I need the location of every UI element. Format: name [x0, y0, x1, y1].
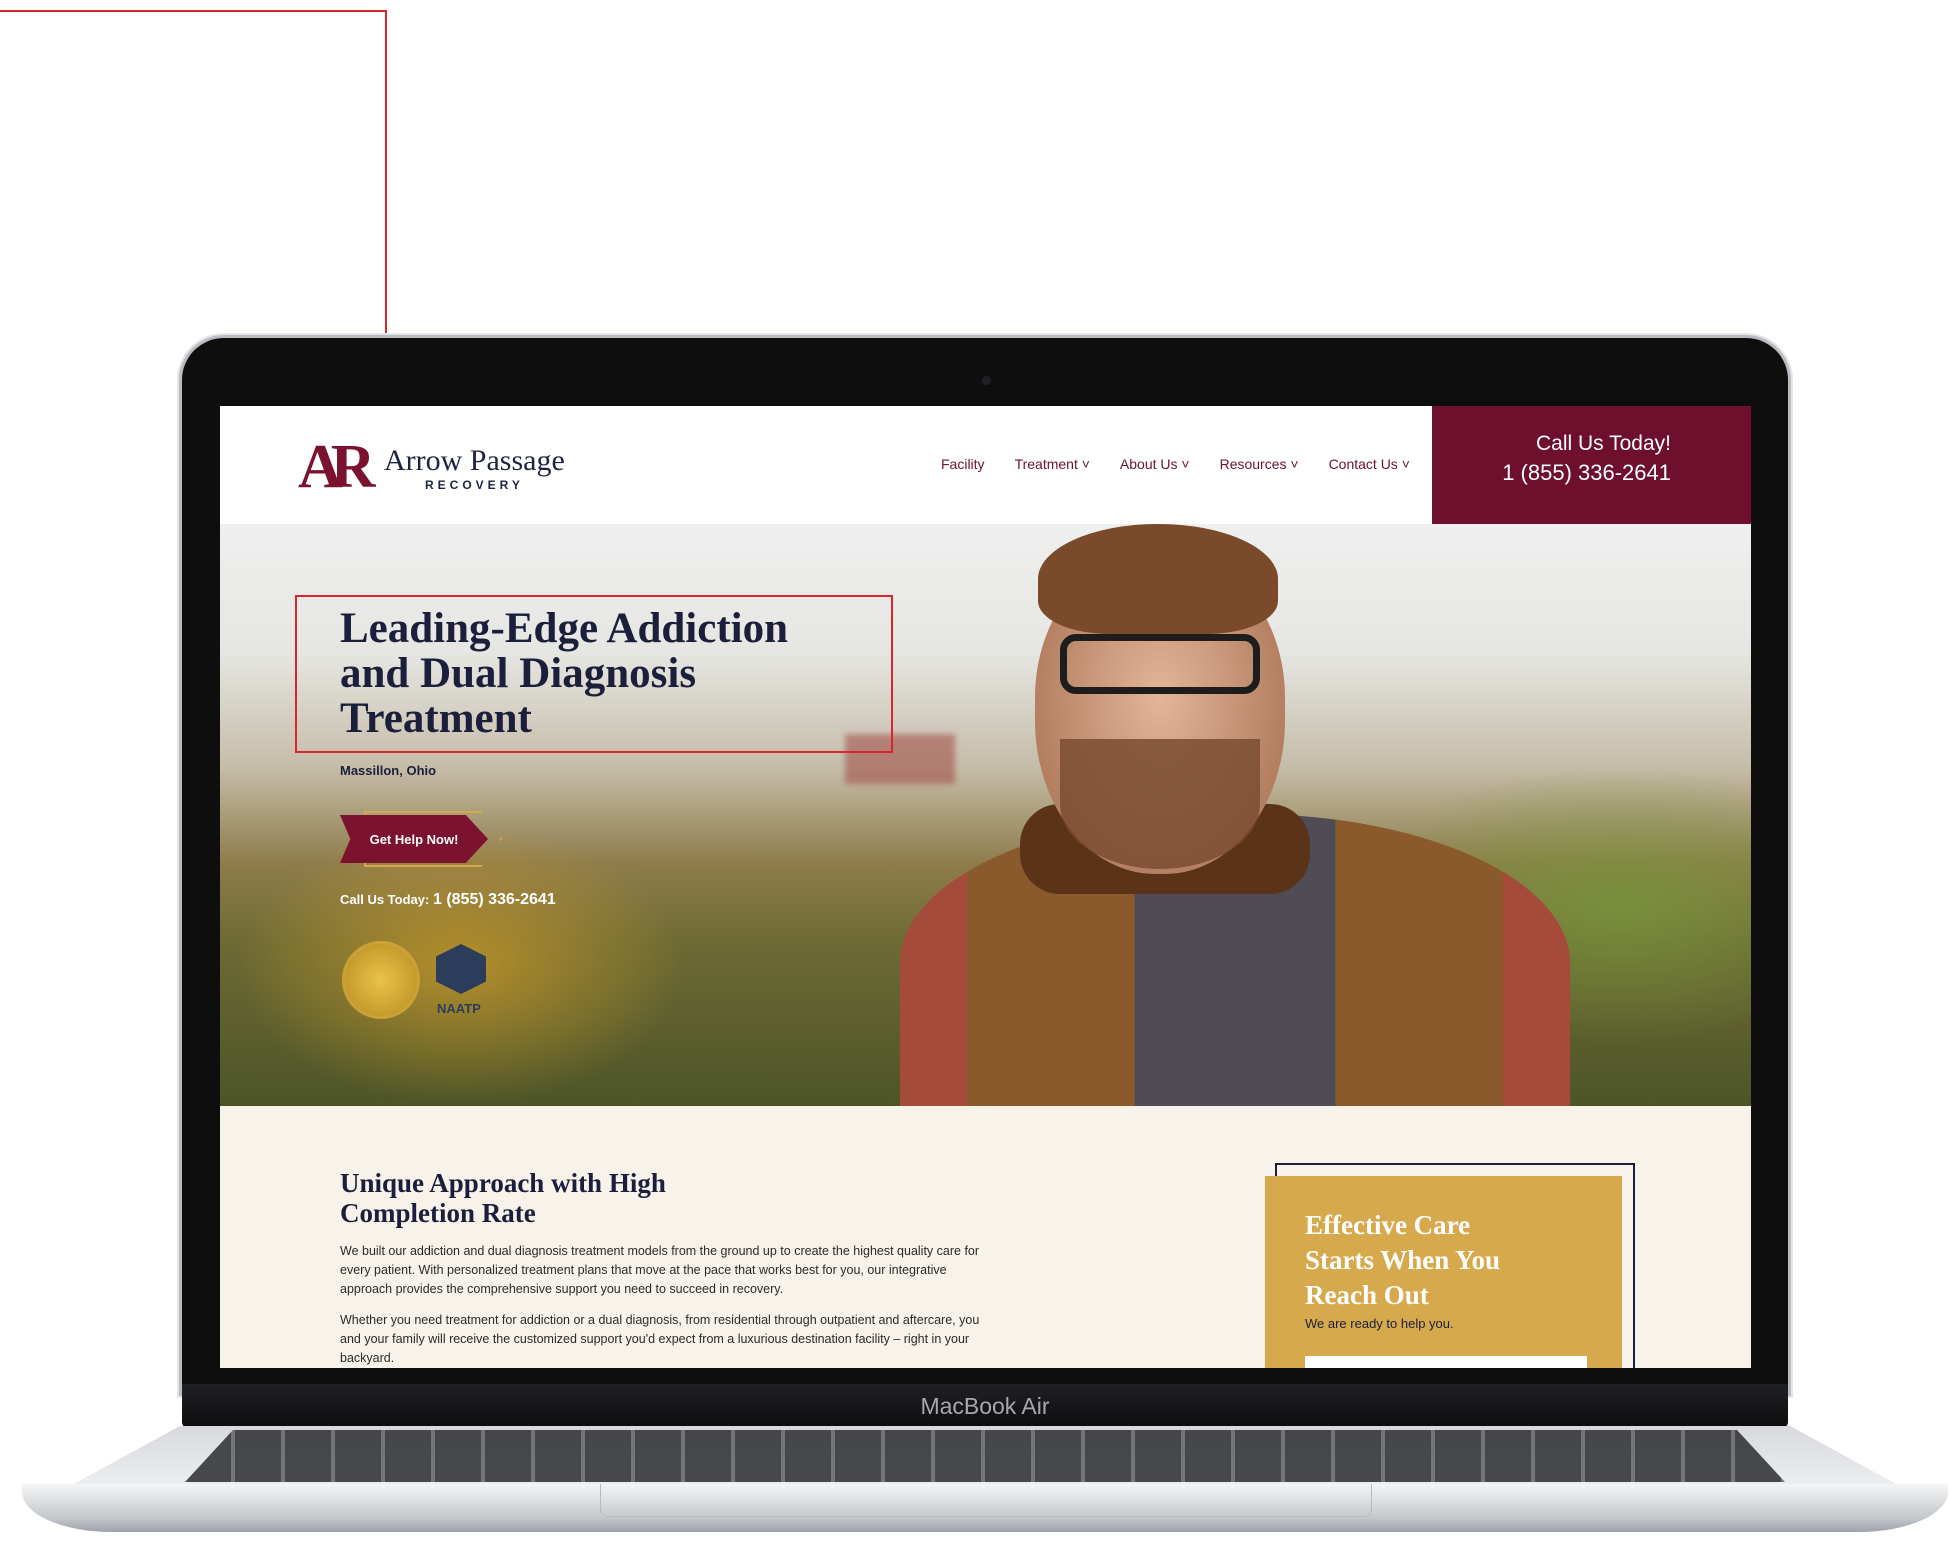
- approach-paragraph-1: We built our addiction and dual diagnosi…: [340, 1244, 980, 1296]
- get-help-button[interactable]: Get Help Now!: [340, 815, 488, 863]
- nav-item-treatment[interactable]: Treatment ˅: [1015, 456, 1090, 472]
- call-box-phone[interactable]: 1 (855) 336-2641: [1502, 460, 1671, 486]
- nav-item-about-us[interactable]: About Us ˅: [1120, 456, 1190, 472]
- laptop-trackpad: [600, 1484, 1372, 1517]
- hero-person-hair: [1038, 524, 1278, 634]
- header-call-box[interactable]: Call Us Today! 1 (855) 336-2641: [1432, 406, 1751, 524]
- annotation-line-horizontal: [0, 10, 387, 12]
- logo-name[interactable]: Arrow Passage: [384, 446, 565, 476]
- laptop-keys: [185, 1430, 1785, 1482]
- hero-call-phone[interactable]: 1 (855) 336-2641: [433, 891, 556, 908]
- hero-title: Leading-Edge Addiction and Dual Diagnosi…: [340, 605, 789, 742]
- contact-card-input[interactable]: [1305, 1356, 1587, 1368]
- naatp-label: NAATP: [437, 1001, 481, 1016]
- naatp-logo-icon: [436, 944, 486, 994]
- joint-commission-seal-icon: [342, 941, 420, 1019]
- device-label: MacBook Air: [920, 1393, 1050, 1419]
- hero-section: Leading-Edge Addiction and Dual Diagnosi…: [220, 524, 1751, 1106]
- approach-section: Unique Approach with High Completion Rat…: [220, 1106, 1751, 1368]
- logo-subtitle: RECOVERY: [425, 478, 524, 492]
- approach-paragraph-2: Whether you need treatment for addiction…: [340, 1313, 980, 1365]
- nav-item-contact-us[interactable]: Contact Us ˅: [1329, 456, 1410, 472]
- approach-title: Unique Approach with High Completion Rat…: [340, 1168, 666, 1228]
- call-box-label: Call Us Today!: [1535, 432, 1671, 455]
- browser-screen: AR Arrow Passage RECOVERY Facility Treat…: [220, 406, 1751, 1368]
- logo-mark[interactable]: AR: [298, 436, 375, 498]
- hero-background-barn: [845, 734, 955, 784]
- main-nav: Facility Treatment ˅ About Us ˅ Resource…: [941, 456, 1410, 472]
- laptop-hinge: MacBook Air: [182, 1384, 1788, 1428]
- hero-person-beard: [1060, 739, 1260, 869]
- nav-item-facility[interactable]: Facility: [941, 456, 985, 472]
- hero-call-line[interactable]: Call Us Today: 1 (855) 336-2641: [340, 891, 556, 909]
- nav-item-resources[interactable]: Resources ˅: [1220, 456, 1299, 472]
- camera-icon: [982, 376, 991, 385]
- hero-location: Massillon, Ohio: [340, 763, 437, 778]
- contact-card-subtitle: We are ready to help you.: [1305, 1316, 1454, 1331]
- contact-card-title: Effective Care Starts When You Reach Out: [1305, 1210, 1501, 1310]
- hero-call-label: Call Us Today:: [340, 892, 430, 907]
- hero-person-glasses: [1060, 634, 1260, 694]
- site-header: AR Arrow Passage RECOVERY Facility Treat…: [220, 406, 1751, 524]
